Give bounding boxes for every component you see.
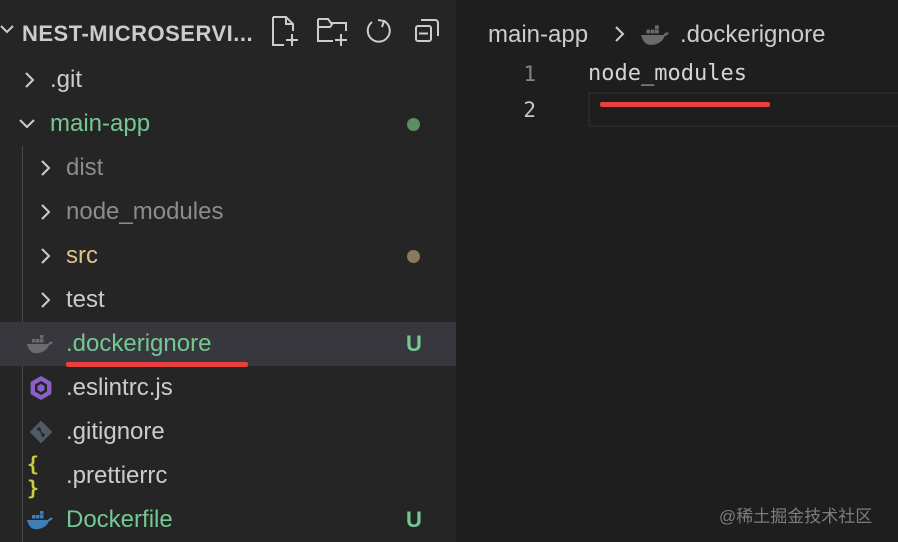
breadcrumb-folder[interactable]: main-app (488, 21, 588, 49)
untracked-badge: U (406, 331, 422, 356)
tree-item-dockerignore[interactable]: .dockerignore U (0, 322, 456, 366)
new-folder-icon (317, 18, 347, 46)
docker-icon (26, 507, 54, 533)
tree-item-git[interactable]: .git (0, 58, 456, 102)
new-folder-button[interactable] (316, 14, 350, 48)
tree-item-label: main-app (50, 110, 151, 137)
tree-item-gitignore[interactable]: .gitignore (0, 410, 456, 454)
tree-item-label: Dockerfile (66, 506, 173, 533)
git-icon (27, 419, 55, 445)
explorer-section-title: NEST-MICROSERVI... (22, 21, 254, 46)
tree-item-main-app[interactable]: main-app (0, 102, 456, 146)
json-braces-icon: { } (27, 452, 40, 500)
chevron-right-icon (41, 160, 51, 176)
tree-item-label: .gitignore (66, 418, 165, 445)
collapse-all-icon (415, 19, 439, 42)
chevron-right-icon (615, 26, 625, 42)
tree-item-node-modules[interactable]: node_modules (0, 190, 456, 234)
chevron-down-icon (19, 119, 35, 129)
explorer-section-header[interactable]: NEST-MICROSERVI... (0, 0, 456, 58)
tree-item-label: test (66, 286, 105, 313)
docker-icon (26, 331, 54, 357)
chevron-right-icon (41, 292, 51, 308)
line-number: 1 (523, 62, 536, 86)
tree-item-label: src (66, 242, 98, 269)
tree-item-prettierrc[interactable]: { } .prettierrc (0, 452, 456, 500)
tree-item-label: dist (66, 154, 104, 181)
modified-dot (407, 250, 420, 263)
tree-item-label: .prettierrc (66, 462, 168, 489)
annotation-underline (600, 102, 770, 107)
chevron-down-icon[interactable] (0, 22, 14, 36)
tree-item-label: .git (50, 66, 83, 93)
annotation-underline (66, 362, 248, 367)
breadcrumb-file[interactable]: .dockerignore (680, 21, 825, 49)
new-file-icon (272, 16, 298, 46)
eslint-icon (27, 375, 55, 401)
breadcrumb: main-app .dockerignore (456, 0, 898, 58)
tree-item-dist[interactable]: dist (0, 146, 456, 190)
new-file-button[interactable] (268, 14, 302, 48)
tree-item-label: .dockerignore (66, 330, 212, 357)
untracked-badge: U (406, 507, 422, 532)
modified-dot (407, 118, 420, 131)
tree-item-label: .eslintrc.js (66, 374, 173, 401)
tree-item-label: node_modules (66, 198, 224, 225)
chevron-right-icon (41, 204, 51, 220)
chevron-right-icon (41, 248, 51, 264)
docker-icon (641, 25, 669, 45)
watermark: @稀土掘金技术社区 (719, 507, 873, 526)
tree-item-eslintrc[interactable]: .eslintrc.js (0, 366, 456, 410)
tree-item-test[interactable]: test (0, 278, 456, 322)
collapse-all-button[interactable] (410, 14, 444, 48)
refresh-button[interactable] (362, 14, 396, 48)
refresh-icon (366, 19, 391, 43)
explorer-sidebar: NEST-MICROSERVI... .git main-app dist no… (0, 0, 456, 542)
tree-item-src[interactable]: src (0, 234, 456, 278)
tree-item-dockerfile[interactable]: Dockerfile U (0, 498, 456, 542)
chevron-right-icon (25, 72, 35, 88)
code-line[interactable]: node_modules (588, 61, 747, 86)
line-number: 2 (523, 98, 536, 122)
editor-pane: main-app .dockerignore 1 node_modules 2 (456, 0, 898, 542)
current-line-highlight (588, 92, 898, 127)
